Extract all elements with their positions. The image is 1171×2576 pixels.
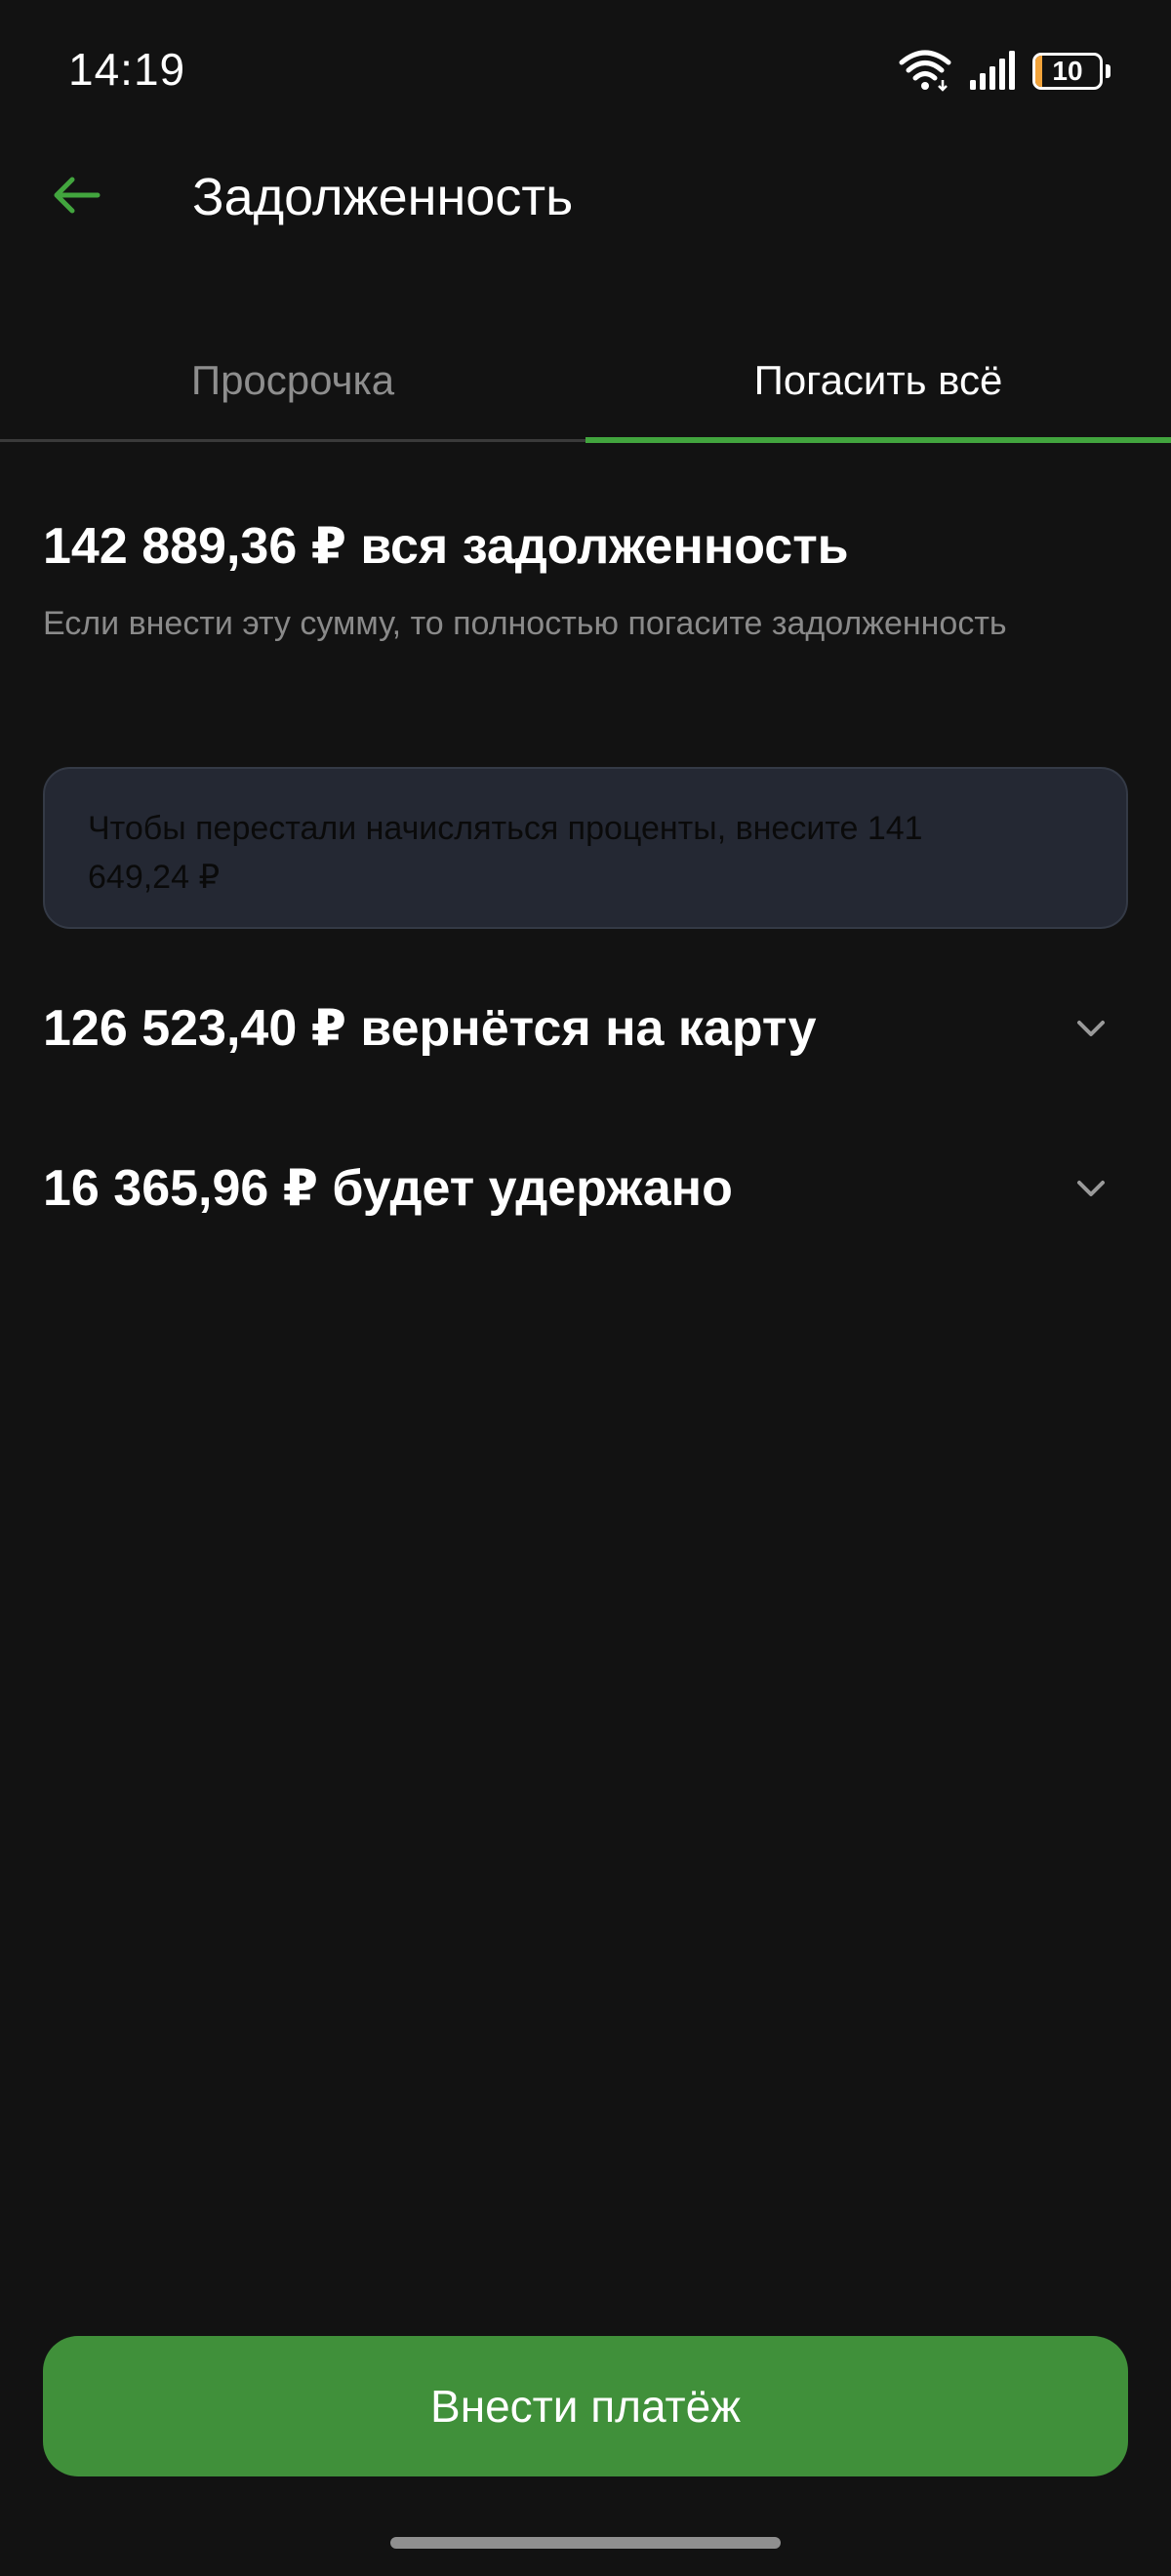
chevron-down-icon bbox=[1073, 1013, 1109, 1044]
refund-to-card-row[interactable]: 126 523,40 ₽ вернётся на карту bbox=[0, 970, 1171, 1087]
make-payment-button[interactable]: Внести платёж bbox=[43, 2336, 1128, 2476]
signal-icon bbox=[968, 47, 1017, 97]
tab-pay-all[interactable]: Погасить всё bbox=[586, 322, 1171, 439]
withheld-amount-label: 16 365,96 ₽ будет удержано bbox=[43, 1160, 733, 1217]
status-bar: 14:19 10 bbox=[0, 0, 1171, 146]
refund-to-card-label: 126 523,40 ₽ вернётся на карту bbox=[43, 1000, 817, 1057]
back-button[interactable] bbox=[39, 168, 113, 226]
battery-level: 10 bbox=[1052, 56, 1083, 86]
total-debt-title: 142 889,36 ₽ вся задолженность bbox=[43, 518, 849, 575]
page-title: Задолженность bbox=[192, 168, 574, 226]
tab-overdue[interactable]: Просрочка bbox=[0, 322, 586, 439]
wifi-icon bbox=[898, 47, 952, 97]
tab-active-indicator bbox=[586, 437, 1171, 443]
status-time: 14:19 bbox=[68, 44, 186, 95]
tab-bar: Просрочка Погасить всё bbox=[0, 322, 1171, 443]
status-icons: 10 bbox=[898, 49, 1110, 94]
withheld-amount-row[interactable]: 16 365,96 ₽ будет удержано bbox=[0, 1130, 1171, 1247]
home-indicator[interactable] bbox=[390, 2537, 781, 2549]
interest-info-text: Чтобы перестали начисляться проценты, вн… bbox=[88, 810, 923, 896]
battery-fill bbox=[1035, 56, 1042, 87]
battery-icon: 10 bbox=[1032, 53, 1110, 90]
total-debt-subtitle: Если внести эту сумму, то полностью пога… bbox=[43, 605, 1007, 642]
interest-info-card: Чтобы перестали начисляться проценты, вн… bbox=[43, 767, 1128, 929]
arrow-left-icon bbox=[51, 174, 101, 221]
app-header: Задолженность bbox=[0, 146, 1171, 249]
chevron-down-icon bbox=[1073, 1173, 1109, 1204]
